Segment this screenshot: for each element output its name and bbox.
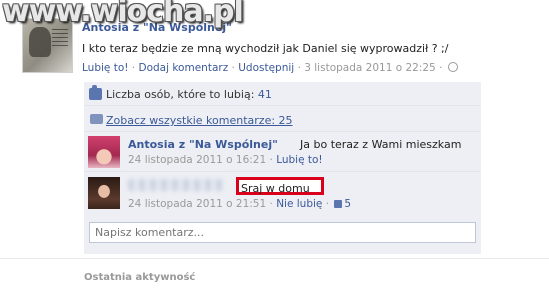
post-actions: Lubię to! · Dodaj komentarz · Udostępnij… [82,62,458,74]
image-text [52,29,68,49]
comment-like-link[interactable]: Lubię to! [276,154,322,166]
share-link[interactable]: Udostępnij [238,62,294,74]
comment-item: Sraj w domu 24 listopada 2011 o 21:51 · … [84,173,481,215]
comments-icon [90,114,103,124]
comment-text: Ja bo teraz z Wami mieszkam [300,138,462,151]
comment-meta: 24 listopada 2011 o 21:51 · Nie lubię · … [128,198,352,210]
comment-meta: 24 listopada 2011 o 16:21 · Lubię to! [128,154,323,166]
globe-icon [447,62,458,72]
comment-like-count[interactable]: 5 [344,198,351,210]
comment-timestamp[interactable]: 24 listopada 2011 o 21:51 [128,198,266,210]
comment-text: Sraj w domu [241,182,310,195]
likes-count[interactable]: 41 [258,88,272,101]
comment-input[interactable] [89,222,476,243]
avatar[interactable] [88,177,120,209]
comment-item: Antosia z "Na Wspólnej" Ja bo teraz z Wa… [84,132,481,172]
add-comment-link[interactable]: Dodaj komentarz [138,62,228,74]
feedback-panel: Liczba osób, które to lubią: 41 Zobacz w… [84,82,481,254]
comment-timestamp[interactable]: 24 listopada 2011 o 16:21 [128,154,266,166]
recent-activity-heading: Ostatnia aktywność [84,272,196,283]
thumbs-up-icon [334,200,343,208]
avatar[interactable] [88,136,120,168]
likes-row: Liczba osób, które to lubią: 41 [84,82,481,106]
blurred-author-name [128,179,223,191]
thumbs-up-icon [89,85,102,100]
watermark-logo: www.wiocha.pl [2,0,244,29]
post-timestamp[interactable]: 3 listopada 2011 o 22:25 [304,62,435,74]
likes-summary: Liczba osób, które to lubią: 41 [106,88,272,101]
comment-author[interactable]: Antosia z "Na Wspólnej" [128,138,278,151]
like-link[interactable]: Lubię to! [82,62,128,74]
dog-picture [29,27,51,57]
divider [0,258,549,259]
post-text: I kto teraz będzie ze mną wychodził jak … [82,42,449,55]
all-comments-row: Zobacz wszystkie komentarze: 25 [84,106,481,132]
view-all-comments-link[interactable]: Zobacz wszystkie komentarze: 25 [106,114,293,127]
comment-unlike-link[interactable]: Nie lubię [276,198,322,210]
